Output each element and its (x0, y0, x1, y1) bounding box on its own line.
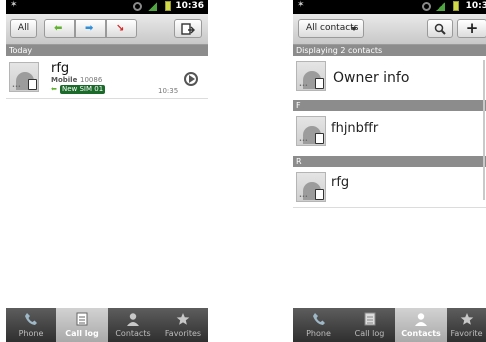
fast-scroll-index[interactable] (483, 60, 485, 200)
status-bar: ✶ 10:36 (6, 0, 208, 14)
battery-icon (453, 1, 459, 11)
usb-icon: ✶ (10, 0, 18, 10)
phone-icon (25, 313, 37, 325)
contacts-icon (415, 313, 427, 326)
section-header-r: R (293, 156, 486, 167)
tab-call-log[interactable]: Call log (344, 308, 395, 342)
call-log-toolbar: All ⬅ ➡ ↘ (6, 14, 208, 45)
contacts-screen: ✶ 10:3 All contacts + Displaying 2 conta… (293, 0, 486, 342)
sim-card-icon (28, 79, 37, 90)
outgoing-calls-filter[interactable]: ➡ (75, 19, 106, 38)
call-log-icon (76, 312, 88, 326)
tab-contacts[interactable]: Contacts (108, 308, 158, 342)
signal-icon (436, 2, 445, 11)
star-icon (176, 313, 190, 325)
clock: 10:36 (175, 1, 204, 11)
call-number-type: Mobile (51, 76, 78, 84)
call-details-button[interactable] (184, 72, 198, 86)
play-icon (189, 75, 195, 83)
export-icon (181, 23, 195, 35)
contacts-toolbar: All contacts + (293, 14, 486, 45)
contacts-icon (127, 313, 139, 326)
filter-all-button[interactable]: All (10, 19, 37, 38)
incoming-arrow-icon: ⬅ (54, 23, 63, 34)
bottom-tab-bar: Phone Call log Contacts Favorites (6, 308, 208, 342)
contact-avatar: ••• (9, 62, 39, 92)
tab-contacts[interactable]: Contacts (395, 308, 447, 342)
contact-name: fhjnbffr (331, 121, 379, 136)
contact-name: rfg (331, 175, 350, 190)
search-icon (434, 23, 446, 35)
sync-icon (133, 2, 142, 11)
tab-favorites[interactable]: Favorite (447, 308, 486, 342)
incoming-call-icon: ⬅ (51, 85, 57, 93)
sync-icon (422, 2, 431, 11)
sim-card-icon (315, 78, 324, 89)
missed-calls-filter[interactable]: ↘ (106, 19, 137, 38)
tab-phone[interactable]: Phone (6, 308, 56, 342)
status-bar: ✶ 10:3 (293, 0, 486, 14)
caller-name: rfg (51, 61, 70, 76)
search-button[interactable] (427, 19, 453, 38)
contact-row[interactable]: ••• fhjnbffr (293, 112, 486, 152)
contact-avatar: ••• (296, 61, 326, 91)
phone-icon (312, 313, 325, 325)
call-time: 10:35 (158, 87, 179, 95)
dropdown-arrow-icon (351, 27, 357, 31)
call-log-icon (364, 312, 375, 326)
sim-card-icon (315, 189, 324, 200)
sim-card-icon (315, 133, 324, 144)
section-header-today: Today (6, 45, 208, 56)
plus-icon: + (465, 19, 479, 37)
usb-icon: ✶ (297, 0, 305, 10)
sim-badge: New SIM 01 (60, 85, 106, 94)
contact-avatar: ••• (296, 172, 326, 202)
missed-arrow-icon: ↘ (116, 23, 125, 34)
star-icon (460, 313, 473, 325)
export-button[interactable] (174, 19, 202, 38)
tab-call-log[interactable]: Call log (56, 308, 108, 342)
battery-icon (165, 1, 171, 11)
owner-info-label: Owner info (333, 70, 410, 86)
bottom-tab-bar: Phone Call log Contacts Favorite (293, 308, 486, 342)
tab-phone[interactable]: Phone (293, 308, 344, 342)
add-contact-button[interactable]: + (457, 19, 486, 38)
contacts-count-header: Displaying 2 contacts (293, 45, 486, 56)
outgoing-arrow-icon: ➡ (85, 23, 94, 34)
signal-icon (148, 2, 157, 11)
call-number: 10086 (80, 76, 103, 84)
contacts-filter-dropdown[interactable]: All contacts (298, 19, 364, 38)
contact-avatar: ••• (296, 116, 326, 146)
call-log-item[interactable]: ••• rfg Mobile 10086 ⬅ New SIM 01 10:35 (6, 58, 208, 98)
section-header-f: F (293, 100, 486, 111)
owner-info-row[interactable]: ••• Owner info (293, 57, 486, 97)
clock: 10:3 (465, 1, 486, 11)
incoming-calls-filter[interactable]: ⬅ (44, 19, 75, 38)
contact-row[interactable]: ••• rfg (293, 168, 486, 208)
call-log-screen: ✶ 10:36 All ⬅ ➡ ↘ Today ••• rfg Mobile 1… (6, 0, 208, 342)
tab-favorites[interactable]: Favorites (158, 308, 208, 342)
